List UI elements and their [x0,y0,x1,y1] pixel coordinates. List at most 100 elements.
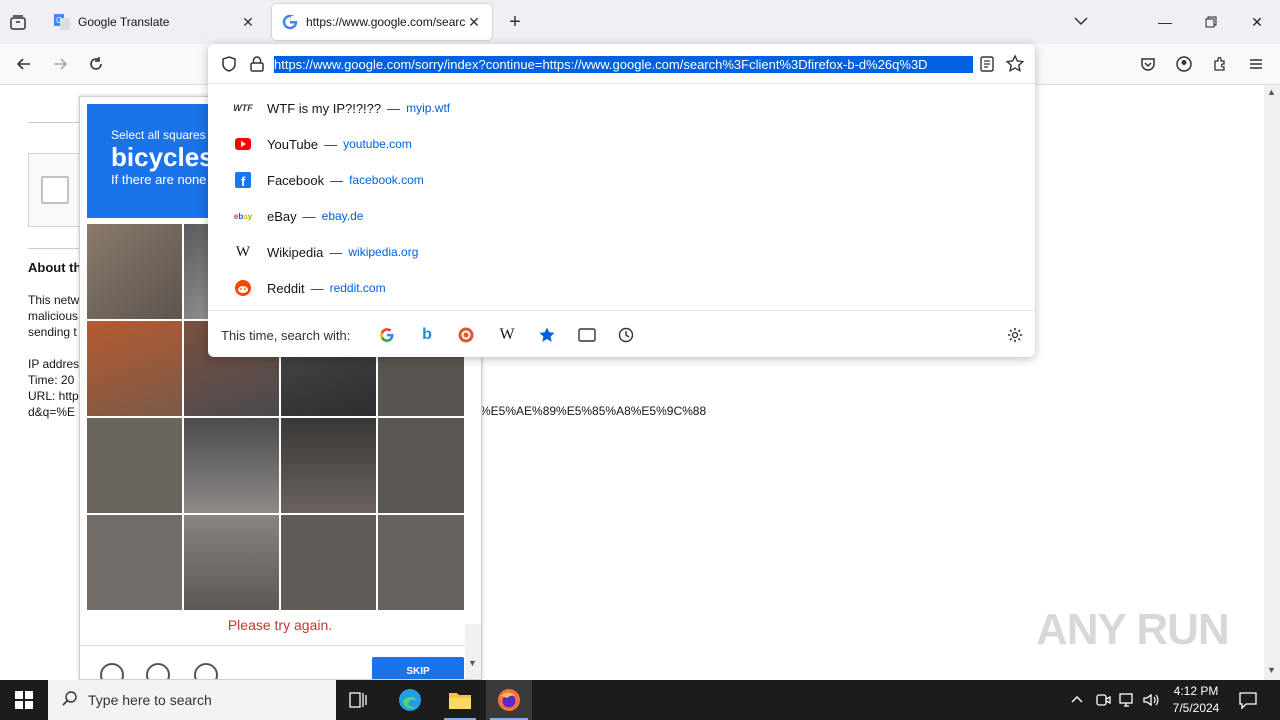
reader-view-icon[interactable] [978,55,996,73]
clock-time: 4:12 PM [1173,684,1219,698]
suggestion-item[interactable]: Reddit — reddit.com [216,270,1027,306]
menu-icon[interactable] [1242,50,1270,78]
taskbar: Type here to search 4:12 PM 7/5/2024 [0,680,1280,720]
captcha-tile[interactable] [87,321,182,416]
scroll-up-icon[interactable]: ▲ [1267,87,1276,97]
audio-challenge-icon[interactable] [146,663,170,679]
separator: — [324,136,338,152]
wikipedia-icon[interactable]: W [496,324,518,346]
tracking-protection-icon[interactable] [220,55,238,73]
url-bar[interactable]: https://www.google.com/sorry/index?conti… [208,44,1035,84]
tab-google-search[interactable]: https://www.google.com/searc ✕ [272,4,492,40]
tab-strip: G Google Translate ✕ https://www.google.… [0,0,1280,44]
suggestion-title: eBay [267,208,297,224]
search-settings-gear-icon[interactable] [1004,324,1026,346]
start-button[interactable] [0,680,48,720]
captcha-tile[interactable] [281,418,376,513]
separator: — [330,172,344,188]
verify-button[interactable]: SKIP [372,657,464,679]
suggestion-title: Facebook [267,172,325,188]
forward-icon[interactable] [46,50,74,78]
pocket-icon[interactable] [1134,50,1162,78]
url-line: URL: http [28,389,79,403]
suggestion-title: WTF is my IP?!?!?? [267,100,382,116]
suggestion-item[interactable]: W Wikipedia — wikipedia.org [216,234,1027,270]
tab-google-translate[interactable]: G Google Translate ✕ [44,4,266,40]
list-tabs-icon[interactable] [1072,12,1092,32]
close-tab-icon[interactable]: ✕ [240,14,256,31]
captcha-scrollbar[interactable]: ▼ [465,624,481,679]
reload-icon[interactable] [82,50,110,78]
suggestion-url: wikipedia.org [348,245,419,259]
url-input[interactable]: https://www.google.com/sorry/index?conti… [274,56,973,73]
tab-title: Google Translate [78,15,170,29]
recaptcha-checkbox[interactable] [41,176,69,204]
meet-now-icon[interactable] [1094,691,1112,712]
taskbar-search-box[interactable]: Type here to search [48,680,336,720]
body-line: malicious [28,309,79,323]
tab-overview-icon[interactable] [8,12,32,32]
bookmark-star-icon[interactable] [1005,54,1025,74]
bing-icon[interactable]: b [416,324,438,346]
suggestion-item[interactable]: f Facebook — facebook.com [216,162,1027,198]
minimize-button[interactable]: — [1142,0,1188,44]
lock-icon[interactable] [248,55,266,73]
firefox-taskbar-button[interactable] [486,680,532,720]
ebay-icon: ebay [233,211,253,221]
suggestion-title: YouTube [267,136,319,152]
suggestion-url: ebay.de [321,209,364,223]
close-window-button[interactable]: ✕ [1234,0,1280,44]
captcha-tile[interactable] [87,224,182,319]
restore-button[interactable] [1188,0,1234,44]
task-view-icon[interactable] [348,690,370,710]
wikipedia-icon: W [235,243,251,260]
suggestion-item[interactable]: WTF WTF is my IP?!?!?? — myip.wtf [216,90,1027,126]
query-tail: %E5%AE%89%E5%85%A8%E5%9C%88 [480,404,707,418]
edge-icon[interactable] [398,688,422,712]
notifications-icon[interactable] [1238,690,1258,713]
back-icon[interactable] [10,50,38,78]
network-icon[interactable] [1118,691,1136,712]
suggestion-item[interactable]: ebay eBay — ebay.de [216,198,1027,234]
account-icon[interactable] [1170,50,1198,78]
google-icon[interactable] [376,324,398,346]
time-line: Time: 20 [28,373,75,387]
info-icon[interactable] [194,663,218,679]
history-icon[interactable] [615,324,637,346]
page-scrollbar[interactable]: ▲ ▼ [1264,85,1280,680]
captcha-tile[interactable] [378,515,464,610]
scroll-down-icon[interactable]: ▼ [1267,665,1276,675]
volume-icon[interactable] [1142,691,1160,712]
search-with-label: This time, search with: [221,328,351,343]
scroll-down-icon[interactable]: ▼ [468,658,477,668]
captcha-tile[interactable] [378,418,464,513]
extensions-icon[interactable] [1206,50,1234,78]
firefox-icon [498,689,520,711]
windows-icon [15,691,33,709]
google-g-icon [282,14,298,30]
file-explorer-icon[interactable] [444,690,476,720]
body-line: sending t [28,325,77,339]
svg-text:f: f [241,174,246,188]
captcha-footer-divider [80,645,481,646]
captcha-tile[interactable] [87,515,182,610]
suggestion-item[interactable]: YouTube — youtube.com [216,126,1027,162]
duckduckgo-icon[interactable] [455,324,477,346]
show-hidden-icons[interactable] [1070,692,1084,709]
captcha-tile[interactable] [87,418,182,513]
clock[interactable]: 4:12 PM 7/5/2024 [1168,683,1224,717]
search-with-bar: This time, search with: b W [208,310,1035,357]
captcha-tile[interactable] [281,515,376,610]
suggestion-url: reddit.com [329,281,386,295]
new-tab-button[interactable]: + [504,12,526,34]
youtube-icon [234,135,252,153]
facebook-icon: f [234,171,252,189]
captcha-tile[interactable] [184,418,279,513]
tabs-icon[interactable] [576,324,598,346]
captcha-tile[interactable] [184,515,279,610]
separator: — [329,244,343,260]
separator: — [302,208,316,224]
close-tab-icon[interactable]: ✕ [466,14,482,31]
bookmarks-icon[interactable] [536,324,558,346]
reload-challenge-icon[interactable] [100,663,124,679]
